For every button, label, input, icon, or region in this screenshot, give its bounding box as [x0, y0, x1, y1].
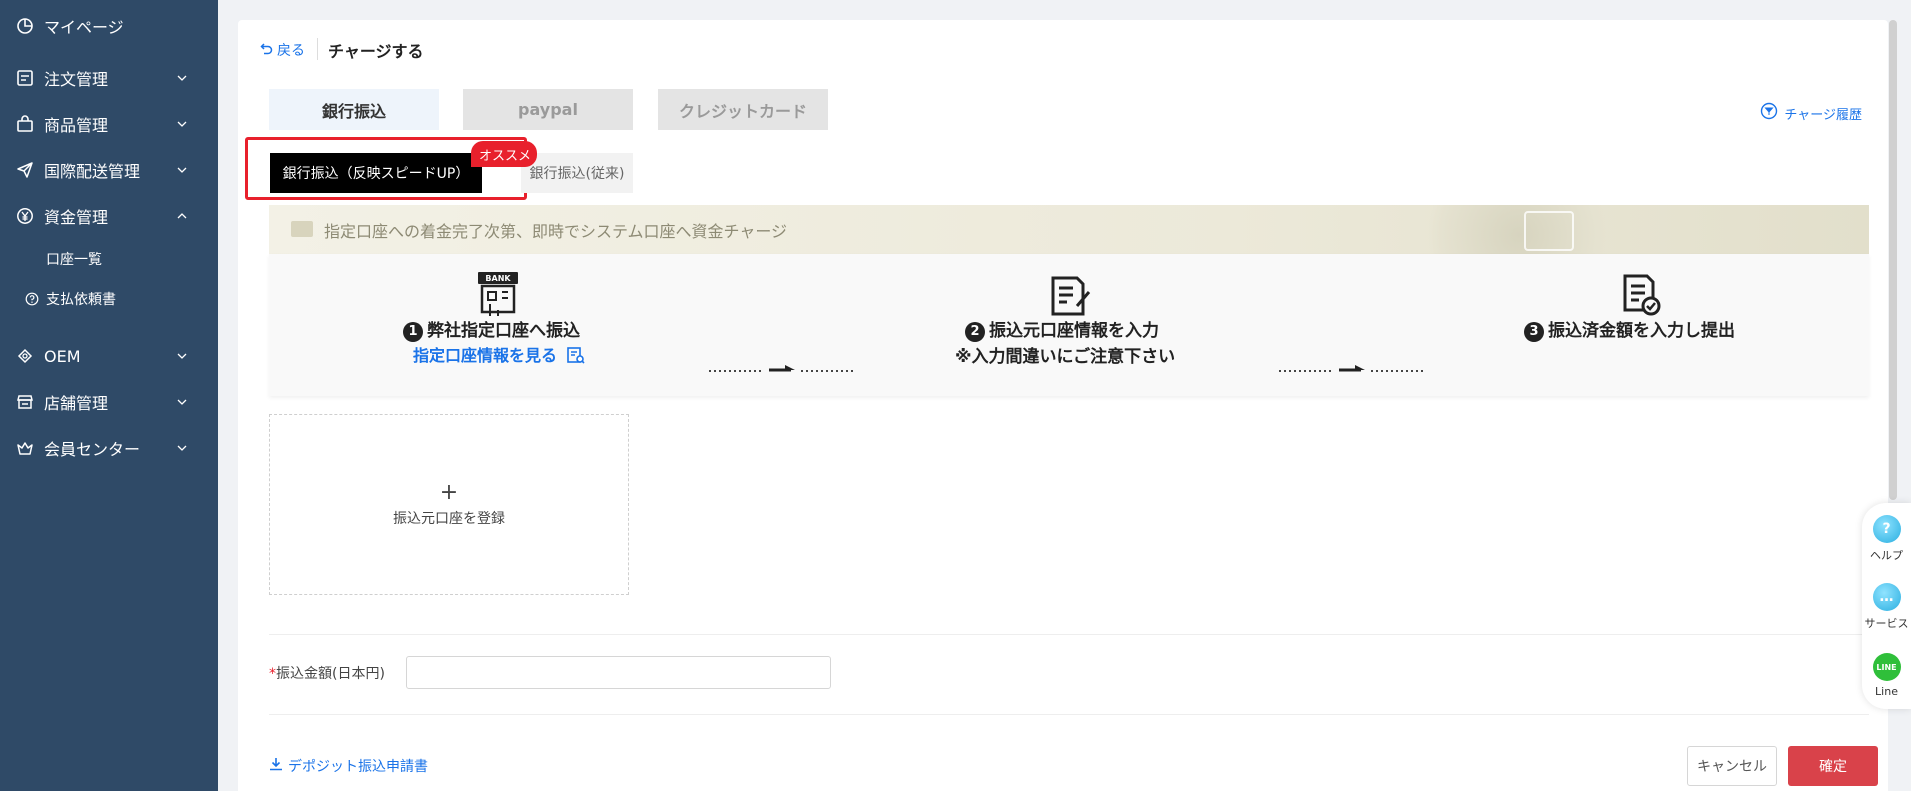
step-2-title: 2 振込元口座情報を入力 [965, 316, 1159, 342]
line-icon: LINE [1872, 653, 1901, 681]
sidebar-item-oem[interactable]: OEM [0, 336, 218, 376]
floating-support-bar: ? ヘルプ … サービス LINE Line [1862, 503, 1911, 709]
help-button[interactable]: ? ヘルプ [1862, 515, 1911, 563]
shopping-bag-icon [16, 115, 34, 133]
send-icon [16, 161, 34, 179]
sidebar: マイページ 注文管理 商品管理 国際配送管理 資金管理 口座一覧 支払依頼書 O… [0, 0, 218, 791]
sidebar-item-shipping[interactable]: 国際配送管理 [0, 150, 218, 190]
step-number: 3 [1524, 321, 1544, 342]
recommend-badge: オススメ [471, 141, 537, 167]
bank-icon: BANK [474, 270, 522, 318]
charge-history-label: チャージ履歴 [1784, 107, 1862, 123]
sidebar-item-label: 会員センター [44, 440, 141, 459]
filter-circle-icon [1760, 102, 1778, 124]
sidebar-item-funds[interactable]: 資金管理 [0, 196, 218, 236]
info-banner: 指定口座への着金完了次第、即時でシステム口座へ資金チャージ [269, 205, 1869, 254]
chat-icon: … [1872, 583, 1901, 611]
question-circle-icon [25, 292, 39, 306]
amount-input[interactable] [406, 656, 831, 689]
pie-chart-icon [16, 17, 34, 35]
chevron-down-icon [176, 72, 188, 84]
help-icon: ? [1872, 515, 1901, 543]
step-number: 2 [965, 321, 985, 342]
sidebar-subitem-accounts[interactable]: 口座一覧 [0, 242, 218, 276]
chevron-down-icon [176, 396, 188, 408]
service-label: サービス [1864, 617, 1909, 630]
line-button[interactable]: LINE Line [1862, 653, 1911, 698]
oem-icon [16, 347, 34, 365]
sidebar-item-products[interactable]: 商品管理 [0, 104, 218, 144]
step-arrow [1279, 365, 1424, 372]
step-3-title: 3 振込済金額を入力し提出 [1524, 316, 1735, 342]
bank-icon-text: BANK [485, 274, 511, 283]
required-mark: * [269, 666, 276, 682]
scrollbar[interactable] [1889, 20, 1897, 500]
sidebar-item-label: 商品管理 [44, 116, 109, 135]
back-link[interactable]: 戻る [260, 40, 305, 60]
subtab-bank-transfer-fast[interactable]: 銀行振込（反映スピードUP） [270, 153, 482, 193]
sidebar-subitem-payment-requests[interactable]: 支払依頼書 [0, 282, 218, 316]
step-2-note: ※入力間違いにご注意下さい [955, 347, 1176, 367]
order-icon [16, 69, 34, 87]
download-icon [269, 757, 283, 775]
sidebar-item-label: OEM [44, 346, 81, 366]
tab-bank-transfer[interactable]: 銀行振込 [269, 89, 439, 130]
sidebar-item-stores[interactable]: 店舗管理 [0, 382, 218, 422]
banner-decoration [1409, 205, 1629, 254]
download-deposit-form-link[interactable]: デポジット振込申請書 [269, 756, 428, 776]
step-arrow [709, 365, 854, 372]
plus-icon: + [439, 479, 459, 505]
sidebar-item-member-center[interactable]: 会員センター [0, 428, 218, 468]
tab-paypal[interactable]: paypal [463, 89, 633, 130]
amount-label: *振込金額(日本円) [269, 666, 385, 682]
sidebar-item-label: 資金管理 [44, 208, 109, 227]
yen-icon [16, 207, 34, 225]
sidebar-subitem-label: 口座一覧 [46, 252, 102, 268]
confirm-button[interactable]: 確定 [1788, 746, 1878, 786]
form-edit-icon [1047, 274, 1091, 318]
view-designated-account-link[interactable]: 指定口座情報を見る [413, 342, 585, 368]
cancel-button[interactable]: キャンセル [1687, 746, 1777, 786]
banner-text: 指定口座への着金完了次第、即時でシステム口座へ資金チャージ [324, 222, 788, 241]
chevron-down-icon [176, 118, 188, 130]
chevron-down-icon [176, 442, 188, 454]
help-label: ヘルプ [1870, 549, 1903, 562]
sidebar-subitem-label: 支払依頼書 [46, 292, 116, 308]
sidebar-item-mypage[interactable]: マイページ [0, 6, 218, 46]
download-label: デポジット振込申請書 [288, 759, 428, 775]
divider [269, 714, 1869, 715]
register-source-account-label: 振込元口座を登録 [393, 510, 505, 527]
divider [269, 634, 1869, 635]
chevron-up-icon [176, 210, 188, 222]
subtab-bank-transfer-legacy[interactable]: 銀行振込(従来) [521, 153, 633, 193]
sidebar-item-label: 注文管理 [44, 70, 109, 89]
steps-panel: BANK 1 弊社指定口座へ振込 指定口座情報を見る 2 振込元口座情報を入力 … [269, 254, 1869, 396]
chevron-down-icon [176, 164, 188, 176]
sidebar-item-label: 店舗管理 [44, 394, 109, 413]
service-button[interactable]: … サービス [1862, 583, 1911, 631]
sidebar-item-label: マイページ [44, 18, 124, 37]
banner-yen-card-icon [1524, 211, 1574, 251]
step-1-title: 1 弊社指定口座へ振込 [403, 316, 580, 342]
tab-credit-card[interactable]: クレジットカード [658, 89, 828, 130]
bank-card-icon [566, 346, 585, 368]
page-title: チャージする [328, 42, 424, 61]
line-label: Line [1875, 685, 1898, 698]
charge-history-link[interactable]: チャージ履歴 [1760, 102, 1862, 124]
undo-icon [260, 42, 273, 59]
step-number: 1 [403, 321, 423, 342]
crown-icon [16, 439, 34, 457]
document-check-icon [1619, 272, 1663, 316]
header-divider [317, 38, 318, 60]
sidebar-item-label: 国際配送管理 [44, 162, 141, 181]
store-icon [16, 393, 34, 411]
main-panel: 戻る チャージする 銀行振込 paypal クレジットカード チャージ履歴 銀行… [238, 20, 1888, 791]
back-label: 戻る [277, 43, 305, 59]
card-icon [291, 221, 313, 237]
sidebar-item-orders[interactable]: 注文管理 [0, 58, 218, 98]
chevron-down-icon [176, 350, 188, 362]
register-source-account-card[interactable]: + 振込元口座を登録 [269, 414, 629, 595]
